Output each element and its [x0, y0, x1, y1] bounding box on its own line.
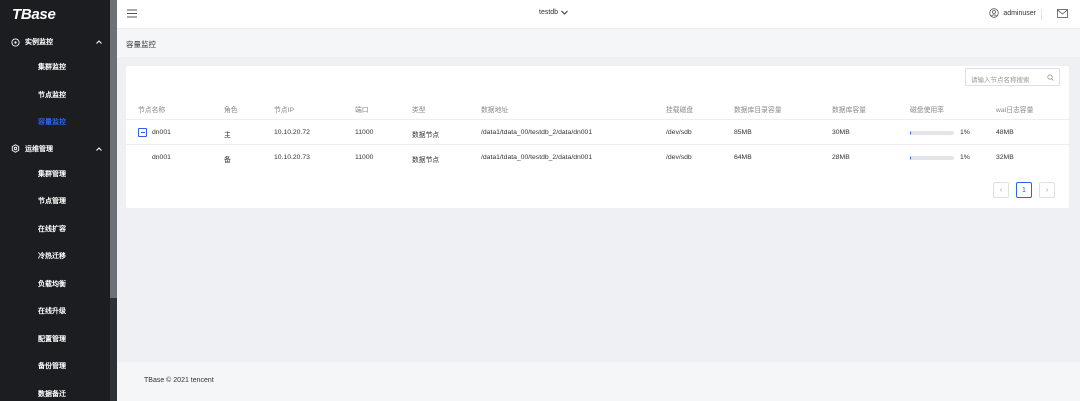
user-icon — [989, 8, 1000, 18]
username: adminuser — [1003, 9, 1036, 17]
col-node-ip: 节点IP — [274, 107, 295, 114]
sidebar-item-online-upgrade[interactable]: 在线升级 — [0, 298, 117, 326]
sidebar-item-online-scale[interactable]: 在线扩容 — [0, 216, 117, 244]
page-title: 容量监控 — [126, 40, 156, 49]
row-divider — [126, 144, 1069, 145]
cell-type: 数据节点 — [412, 132, 440, 139]
menu-icon[interactable] — [127, 9, 137, 18]
col-mount-disk: 挂载磁盘 — [666, 107, 694, 114]
page-header: 容量监控 — [117, 29, 1080, 57]
chevron-up-icon — [96, 40, 102, 44]
cell-data-path: /data1/tdata_00/testdb_2/data/dn001 — [481, 154, 593, 161]
sidebar-item-cluster-monitor[interactable]: 集群监控 — [0, 54, 117, 82]
user-menu[interactable]: adminuser — [989, 8, 1036, 18]
cell-db-size: 28MB — [832, 154, 850, 161]
cell-mount-disk: /dev/sdb — [666, 129, 692, 136]
col-db-size: 数据库容量 — [832, 107, 866, 114]
collapse-icon[interactable] — [138, 128, 147, 137]
cell-db-size: 30MB — [832, 129, 850, 136]
scrollbar-thumb[interactable] — [110, 0, 117, 298]
disk-usage-bar — [910, 156, 954, 160]
menu-group-label: 实例监控 — [25, 39, 53, 46]
disk-usage-bar — [910, 131, 954, 135]
col-role: 角色 — [224, 107, 238, 114]
cell-disk-usage-label: 1% — [960, 129, 970, 136]
cell-data-path: /data1/tdata_00/testdb_2/data/dn001 — [481, 129, 593, 136]
search-icon[interactable] — [1047, 74, 1054, 81]
logo: TBase — [12, 6, 56, 23]
cell-wal-size: 48MB — [996, 129, 1014, 136]
col-wal-size: wal日志容量 — [996, 107, 1034, 114]
pagination-page-1[interactable]: 1 — [1016, 182, 1032, 198]
cell-role: 主 — [224, 132, 231, 139]
sidebar-item-config-manage[interactable]: 配置管理 — [0, 326, 117, 354]
footer: TBase © 2021 tencent — [117, 362, 1080, 401]
cell-wal-size: 32MB — [996, 154, 1014, 161]
pagination-next-button[interactable]: › — [1039, 182, 1055, 198]
search-placeholder: 请输入节点名称搜索 — [971, 77, 1030, 84]
chevron-up-icon — [96, 146, 102, 151]
top-header: testdb adminuser — [117, 0, 1080, 29]
cell-disk-usage-label: 1% — [960, 154, 970, 161]
mail-icon[interactable] — [1057, 9, 1068, 18]
cell-role: 备 — [224, 157, 231, 164]
sidebar-item-hot-cold-migrate[interactable]: 冷热迁移 — [0, 243, 117, 271]
monitor-icon — [11, 37, 20, 47]
col-data-path: 数据地址 — [481, 107, 509, 114]
database-select[interactable]: testdb — [539, 9, 568, 16]
menu-group-instance-monitor[interactable]: 实例监控 — [0, 30, 117, 54]
sidebar-item-cluster-manage[interactable]: 集群管理 — [0, 161, 117, 189]
chevron-down-icon — [561, 10, 568, 15]
cell-node-ip: 10.10.20.73 — [274, 154, 310, 161]
sidebar-item-node-manage[interactable]: 节点管理 — [0, 188, 117, 216]
footer-copyright: TBase © 2021 tencent — [144, 377, 214, 384]
sidebar-item-node-monitor[interactable]: 节点监控 — [0, 82, 117, 110]
sidebar-item-data-migrate[interactable]: 数据备迁 — [0, 381, 117, 401]
cell-type: 数据节点 — [412, 157, 440, 164]
cell-mount-disk: /dev/sdb — [666, 154, 692, 161]
cell-port: 11000 — [355, 154, 374, 161]
col-dir-size: 数据库目录容量 — [734, 107, 782, 114]
menu-group-label: 运维管理 — [25, 145, 53, 153]
row-divider — [126, 119, 1069, 120]
pagination-prev-button[interactable]: ‹ — [993, 182, 1009, 198]
capacity-card: 请输入节点名称搜索 节点名称 角色 节点IP 端口 类型 数据地址 挂载磁盘 数… — [126, 66, 1069, 208]
database-name: testdb — [539, 9, 559, 16]
menu-group-ops[interactable]: 运维管理 — [0, 137, 117, 161]
search-input[interactable]: 请输入节点名称搜索 — [965, 68, 1060, 86]
sidebar-item-load-balance[interactable]: 负载均衡 — [0, 271, 117, 299]
sidebar: TBase 实例监控 集群监控 节点监控 容量监控 运维管理 集群管理 节点管理… — [0, 0, 117, 401]
cell-dir-size: 64MB — [734, 154, 752, 161]
settings-icon — [11, 144, 20, 153]
col-type: 类型 — [412, 107, 426, 114]
cell-node-name: dn001 — [152, 154, 171, 161]
sidebar-item-backup-manage[interactable]: 备份管理 — [0, 353, 117, 381]
cell-port: 11000 — [355, 129, 374, 136]
sidebar-scrollbar[interactable] — [110, 0, 117, 401]
col-disk-usage: 磁盘使用率 — [910, 107, 944, 114]
sidebar-item-capacity-monitor[interactable]: 容量监控 — [0, 109, 117, 137]
col-port: 端口 — [355, 107, 369, 114]
cell-dir-size: 85MB — [734, 129, 752, 136]
cell-node-ip: 10.10.20.72 — [274, 129, 310, 136]
col-node-name: 节点名称 — [138, 107, 166, 114]
header-divider — [1041, 9, 1042, 20]
cell-node-name: dn001 — [152, 129, 171, 136]
